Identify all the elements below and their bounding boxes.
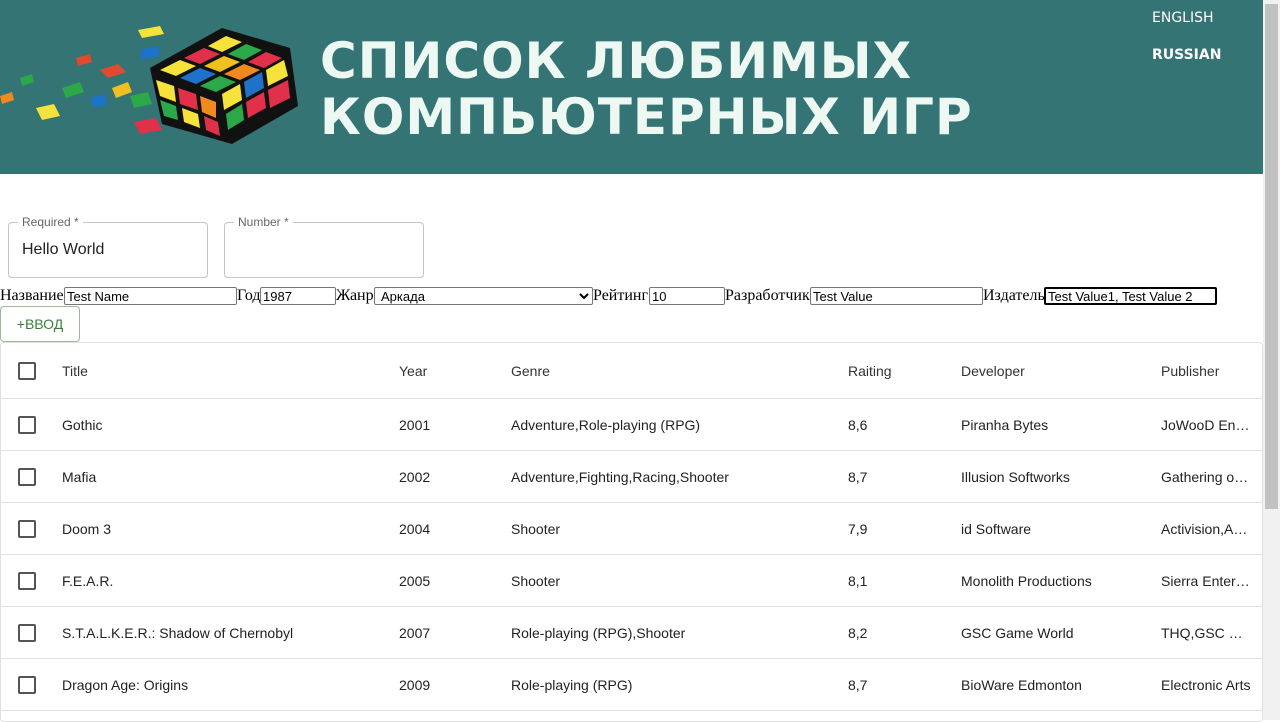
number-field[interactable]: Number *: [224, 215, 424, 278]
number-field-label: Number *: [234, 215, 293, 229]
cell-developer: BioWare Edmonton: [961, 676, 1082, 693]
cell-rating: 8,7: [848, 676, 868, 693]
cell-publisher-text: Sierra Enter…: [1161, 572, 1250, 589]
cell-publisher-text: Activision,A…: [1161, 520, 1248, 537]
page-title-line-2: КОМПЬЮТЕРНЫХ ИГР: [320, 88, 973, 146]
rubiks-cube-logo: [0, 26, 298, 144]
rating-label: Рейтинг: [593, 287, 649, 304]
cell-year: 2005: [399, 572, 431, 589]
language-english-link[interactable]: ENGLISH: [1152, 10, 1214, 26]
cell-title: S.T.A.L.K.E.R.: Shadow of Chernobyl: [62, 624, 294, 641]
cell-rating: 8,6: [848, 416, 868, 433]
app-header: СПИСОК ЛЮБИМЫХ КОМПЬЮТЕРНЫХ ИГР ENGLISH …: [0, 0, 1263, 174]
cell-title: Gothic: [62, 416, 103, 433]
row-checkbox[interactable]: [18, 676, 36, 694]
cell-publisher: Activision,A…: [1161, 503, 1251, 554]
page-scrollbar[interactable]: [1263, 0, 1280, 720]
cell-developer: GSC Game World: [961, 624, 1074, 641]
column-header-rating[interactable]: Raiting: [848, 343, 948, 398]
table-row[interactable]: Dragon Age: Origins 2009 Role-playing (R…: [1, 659, 1262, 711]
cell-genre: Role-playing (RPG),Shooter: [511, 624, 686, 641]
name-input[interactable]: [64, 287, 237, 305]
cell-publisher-text: Gathering o…: [1161, 468, 1249, 485]
cell-rating: 8,1: [848, 572, 868, 589]
rating-input[interactable]: [649, 287, 725, 305]
cell-year: 2002: [399, 468, 431, 485]
column-header-genre[interactable]: Genre: [511, 343, 831, 398]
table-row[interactable]: Gothic 2001 Adventure,Role-playing (RPG)…: [1, 399, 1262, 451]
genre-select[interactable]: Аркада: [374, 287, 593, 305]
column-header-year[interactable]: Year: [399, 343, 499, 398]
cell-publisher: THQ,GSC …: [1161, 607, 1251, 658]
year-label: Год: [237, 287, 261, 304]
required-field-input[interactable]: [22, 241, 197, 259]
name-label: Название: [0, 287, 64, 304]
page-title-line-1: СПИСОК ЛЮБИМЫХ: [320, 32, 913, 90]
cell-developer: id Software: [961, 520, 1032, 537]
cell-year: 2004: [399, 520, 431, 537]
cell-publisher: Gathering o…: [1161, 451, 1251, 502]
cell-genre: Adventure,Fighting,Racing,Shooter: [511, 468, 729, 485]
row-checkbox[interactable]: [18, 520, 36, 538]
row-checkbox[interactable]: [18, 624, 36, 642]
table-row[interactable]: Doom 3 2004 Shooter 7,9 id Software Acti…: [1, 503, 1262, 555]
year-input[interactable]: [260, 287, 336, 305]
cell-title: Doom 3: [62, 520, 112, 537]
cell-rating: 8,7: [848, 468, 868, 485]
cell-title: Dragon Age: Origins: [62, 676, 189, 693]
row-checkbox[interactable]: [18, 416, 36, 434]
cell-publisher-text: JoWooD En…: [1161, 416, 1250, 433]
cell-year: 2007: [399, 624, 431, 641]
row-checkbox[interactable]: [18, 468, 36, 486]
publisher-input[interactable]: [1044, 287, 1217, 305]
required-field-label: Required *: [18, 215, 83, 229]
cell-genre: Role-playing (RPG): [511, 676, 633, 693]
scrollbar-thumb[interactable]: [1265, 4, 1278, 509]
required-field[interactable]: Required *: [8, 215, 208, 278]
add-game-button[interactable]: +ВВОД: [0, 306, 80, 342]
cell-publisher: Electronic Arts: [1161, 659, 1251, 710]
cell-genre: Adventure,Role-playing (RPG): [511, 416, 701, 433]
cell-year: 2009: [399, 676, 431, 693]
cell-developer: Illusion Softworks: [961, 468, 1070, 485]
cell-publisher-text: THQ,GSC …: [1161, 624, 1243, 641]
cell-rating: 8,2: [848, 624, 868, 641]
language-russian-link[interactable]: RUSSIAN: [1152, 47, 1221, 63]
publisher-label: Издатель: [983, 287, 1045, 304]
table-row[interactable]: Mafia 2002 Adventure,Fighting,Racing,Sho…: [1, 451, 1262, 503]
add-game-form: Название Год Жанр Аркада Рейтинг Разрабо…: [0, 286, 1263, 306]
developer-input[interactable]: [810, 287, 983, 305]
cell-developer: Monolith Productions: [961, 572, 1092, 589]
row-checkbox[interactable]: [18, 572, 36, 590]
cell-publisher: JoWooD En…: [1161, 399, 1251, 450]
column-header-publisher[interactable]: Publisher: [1161, 343, 1251, 398]
cell-year: 2001: [399, 416, 431, 433]
cell-title: Mafia: [62, 468, 97, 485]
table-header-row: Title Year Genre Raiting Developer Publi…: [1, 343, 1262, 399]
cell-rating: 7,9: [848, 520, 868, 537]
games-table: Title Year Genre Raiting Developer Publi…: [0, 342, 1263, 722]
number-field-input[interactable]: [238, 241, 413, 259]
cell-title: F.E.A.R.: [62, 572, 114, 589]
page-title: СПИСОК ЛЮБИМЫХ КОМПЬЮТЕРНЫХ ИГР: [320, 33, 973, 145]
developer-label: Разработчик: [725, 287, 810, 304]
column-header-developer[interactable]: Developer: [961, 343, 1151, 398]
column-header-title[interactable]: Title: [62, 343, 382, 398]
genre-label: Жанр: [336, 287, 374, 304]
cell-publisher-text: Electronic Arts: [1161, 676, 1251, 693]
table-row[interactable]: F.E.A.R. 2005 Shooter 8,1 Monolith Produ…: [1, 555, 1262, 607]
table-row[interactable]: S.T.A.L.K.E.R.: Shadow of Chernobyl 2007…: [1, 607, 1262, 659]
cell-genre: Shooter: [511, 572, 561, 589]
select-all-checkbox[interactable]: [18, 362, 36, 380]
cell-genre: Shooter: [511, 520, 561, 537]
cell-developer: Piranha Bytes: [961, 416, 1049, 433]
cell-publisher: Sierra Enter…: [1161, 555, 1251, 606]
